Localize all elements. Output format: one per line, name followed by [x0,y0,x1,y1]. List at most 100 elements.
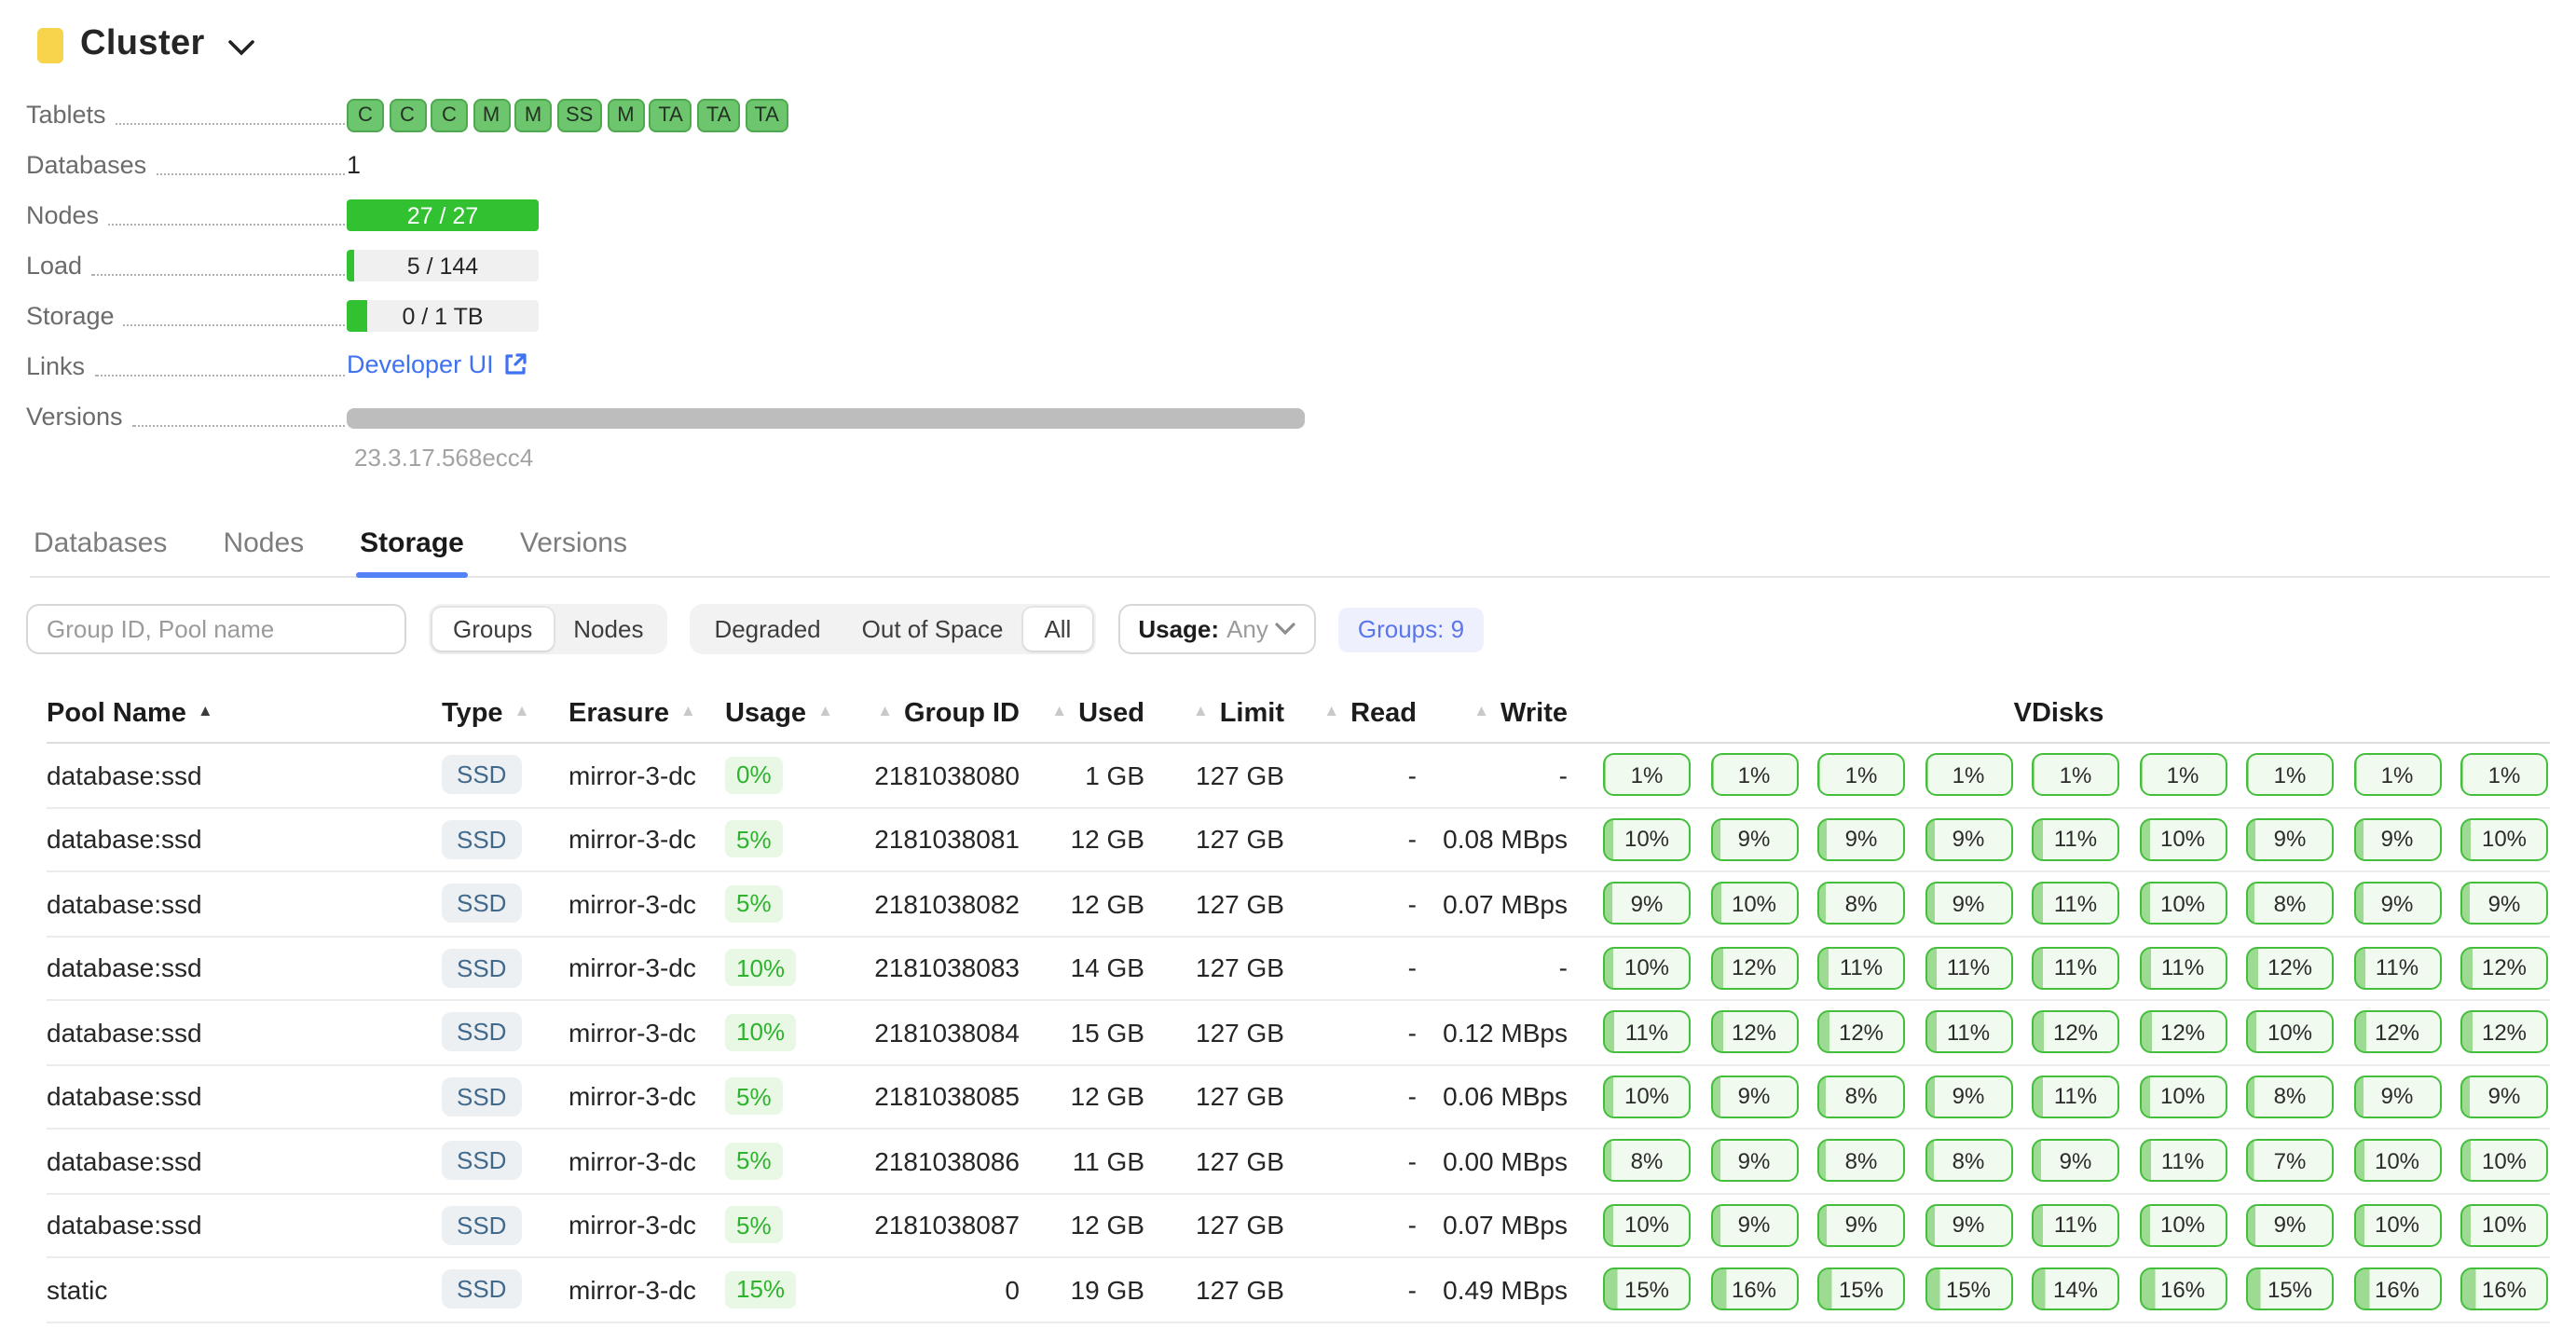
vdisk-badge[interactable]: 12% [1710,1011,1798,1054]
vdisk-badge[interactable]: 10% [2139,883,2227,925]
vdisk-badge[interactable]: 8% [1603,1140,1691,1183]
vdisk-badge[interactable]: 1% [1603,754,1691,797]
vdisk-badge[interactable]: 9% [1817,1204,1905,1247]
usage-filter-select[interactable]: Usage: Any [1117,604,1317,654]
vdisk-badge[interactable]: 12% [1710,947,1798,990]
vdisk-badge[interactable]: 9% [1710,1204,1798,1247]
vdisk-badge[interactable]: 9% [1603,883,1691,925]
vdisk-badge[interactable]: 11% [1925,1011,2012,1054]
cluster-selector[interactable]: Cluster [37,21,2576,69]
vdisk-badge[interactable]: 8% [2246,883,2334,925]
vdisk-badge[interactable]: 10% [2353,1140,2441,1183]
tablet-badge[interactable]: C [347,99,384,131]
vdisk-badge[interactable]: 9% [1817,818,1905,861]
tablet-badge[interactable]: M [514,99,552,131]
vdisk-badge[interactable]: 7% [2246,1140,2334,1183]
vdisk-badge[interactable]: 9% [2032,1140,2119,1183]
vdisk-badge[interactable]: 9% [2246,818,2334,861]
vdisk-badge[interactable]: 9% [1925,883,2012,925]
vdisk-badge[interactable]: 16% [2139,1268,2227,1311]
column-header-write[interactable]: ▲Write [1417,698,1568,728]
tablet-badge[interactable]: C [431,99,468,131]
vdisk-badge[interactable]: 10% [1603,947,1691,990]
vdisk-badge[interactable]: 1% [1925,754,2012,797]
search-input[interactable] [26,604,406,654]
vdisk-badge[interactable]: 10% [1710,883,1798,925]
entity-option-nodes[interactable]: Nodes [553,608,664,651]
tablet-badge[interactable]: TA [697,99,741,131]
vdisk-badge[interactable]: 11% [2032,883,2119,925]
vdisk-badge[interactable]: 1% [2460,754,2548,797]
vdisk-badge[interactable]: 9% [2460,883,2548,925]
state-option-out-of-space[interactable]: Out of Space [842,608,1024,651]
state-option-all[interactable]: All [1023,608,1091,651]
vdisk-badge[interactable]: 9% [2246,1204,2334,1247]
versions-bar-segment[interactable] [347,408,1305,429]
entity-option-groups[interactable]: Groups [432,608,553,651]
vdisk-badge[interactable]: 11% [2032,1076,2119,1118]
vdisk-badge[interactable]: 1% [2246,754,2334,797]
column-header-limit[interactable]: ▲Limit [1144,698,1284,728]
vdisk-badge[interactable]: 9% [1710,1076,1798,1118]
vdisk-badge[interactable]: 12% [2246,947,2334,990]
vdisk-badge[interactable]: 11% [2032,1204,2119,1247]
vdisk-badge[interactable]: 8% [2246,1076,2334,1118]
vdisk-badge[interactable]: 16% [2460,1268,2548,1311]
tablet-badge[interactable]: TA [745,99,788,131]
vdisk-badge[interactable]: 12% [2460,947,2548,990]
vdisk-badge[interactable]: 1% [2139,754,2227,797]
vdisk-badge[interactable]: 9% [1710,818,1798,861]
tablet-badge[interactable]: M [607,99,644,131]
vdisk-badge[interactable]: 9% [1925,1204,2012,1247]
vdisk-badge[interactable]: 10% [2353,1204,2441,1247]
vdisk-badge[interactable]: 16% [1710,1268,1798,1311]
vdisk-badge[interactable]: 16% [2353,1268,2441,1311]
vdisk-badge[interactable]: 8% [1817,883,1905,925]
vdisk-badge[interactable]: 1% [1817,754,1905,797]
vdisk-badge[interactable]: 11% [1925,947,2012,990]
vdisk-badge[interactable]: 15% [2246,1268,2334,1311]
vdisk-badge[interactable]: 9% [1710,1140,1798,1183]
vdisk-badge[interactable]: 10% [2246,1011,2334,1054]
vdisk-badge[interactable]: 10% [1603,1076,1691,1118]
vdisk-badge[interactable]: 8% [1817,1076,1905,1118]
vdisk-badge[interactable]: 10% [2460,1204,2548,1247]
vdisk-badge[interactable]: 9% [1925,1076,2012,1118]
vdisk-badge[interactable]: 15% [1925,1268,2012,1311]
vdisk-badge[interactable]: 10% [2139,1076,2227,1118]
vdisk-badge[interactable]: 10% [1603,1204,1691,1247]
tab-storage[interactable]: Storage [356,527,468,576]
column-header-read[interactable]: ▲Read [1284,698,1417,728]
tab-nodes[interactable]: Nodes [219,527,308,576]
column-header-usage[interactable]: Usage▲ [725,698,820,728]
vdisk-badge[interactable]: 15% [1817,1268,1905,1311]
vdisk-badge[interactable]: 14% [2032,1268,2119,1311]
tablet-badge[interactable]: TA [649,99,692,131]
tab-versions[interactable]: Versions [516,527,631,576]
vdisk-badge[interactable]: 8% [1817,1140,1905,1183]
tablet-badge[interactable]: M [473,99,510,131]
vdisk-badge[interactable]: 11% [2353,947,2441,990]
column-header-pool-name[interactable]: Pool Name▲ [47,698,442,728]
vdisk-badge[interactable]: 1% [1710,754,1798,797]
vdisk-badge[interactable]: 15% [1603,1268,1691,1311]
vdisk-badge[interactable]: 11% [2032,947,2119,990]
vdisk-badge[interactable]: 11% [2139,947,2227,990]
column-header-erasure[interactable]: Erasure▲ [569,698,725,728]
vdisk-badge[interactable]: 1% [2032,754,2119,797]
vdisk-badge[interactable]: 10% [2139,818,2227,861]
vdisk-badge[interactable]: 1% [2353,754,2441,797]
vdisk-badge[interactable]: 11% [1603,1011,1691,1054]
vdisk-badge[interactable]: 11% [2139,1140,2227,1183]
vdisk-badge[interactable]: 9% [2353,883,2441,925]
column-header-group-id[interactable]: ▲Group ID [820,698,1020,728]
tab-databases[interactable]: Databases [30,527,171,576]
column-header-used[interactable]: ▲Used [1020,698,1144,728]
vdisk-badge[interactable]: 9% [2460,1076,2548,1118]
vdisk-badge[interactable]: 12% [2032,1011,2119,1054]
tablet-badge[interactable]: C [389,99,426,131]
vdisk-badge[interactable]: 12% [1817,1011,1905,1054]
vdisk-badge[interactable]: 10% [2460,1140,2548,1183]
vdisk-badge[interactable]: 9% [1925,818,2012,861]
vdisk-badge[interactable]: 9% [2353,1076,2441,1118]
